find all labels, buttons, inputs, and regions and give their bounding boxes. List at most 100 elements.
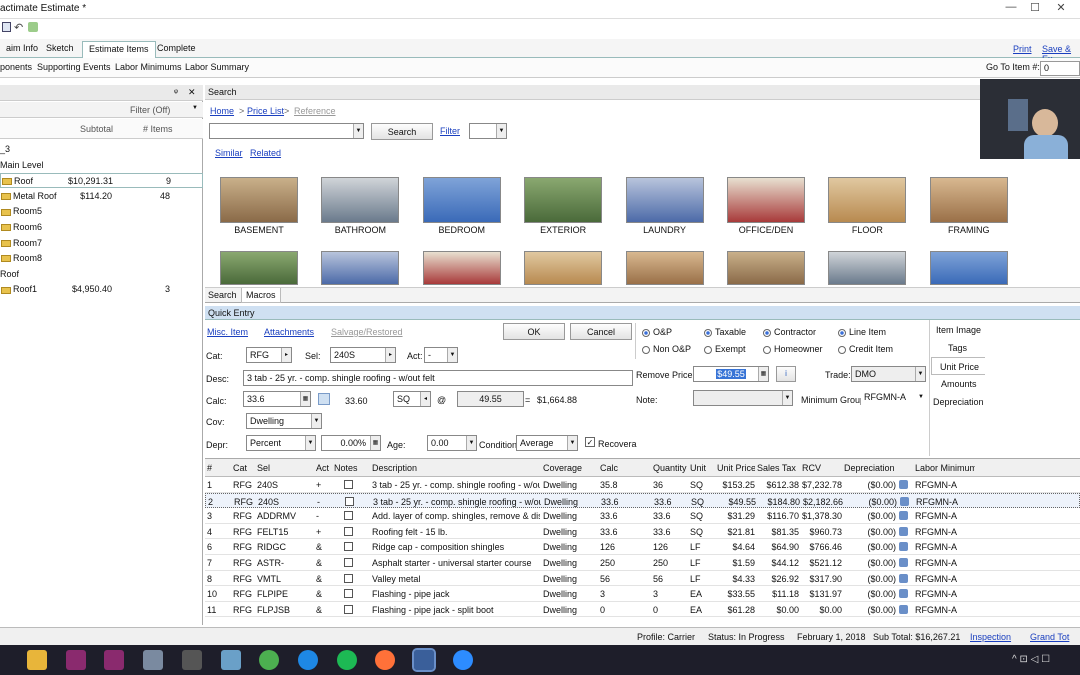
notes-icon[interactable] — [344, 511, 353, 521]
labor-icon[interactable] — [899, 526, 908, 536]
chevron-icon[interactable]: ◂ — [420, 392, 430, 406]
contractor-radio[interactable]: Contractor — [763, 327, 816, 337]
column-header[interactable]: Quantity — [653, 463, 688, 473]
cat-field[interactable]: RFG ▸ — [246, 347, 292, 363]
search-input[interactable]: ▼ — [209, 123, 364, 139]
tab-unit-price[interactable]: Unit Price — [931, 357, 985, 375]
chevron-down-icon[interactable]: ▼ — [567, 436, 577, 450]
chevron-down-icon[interactable]: ▼ — [192, 105, 198, 111]
trade-select[interactable]: DMO ▼ — [851, 366, 926, 382]
chevron-down-icon[interactable]: ▼ — [447, 348, 457, 362]
op-radio[interactable]: O&P — [642, 327, 672, 337]
labor-icon[interactable] — [900, 496, 909, 506]
tab-tags[interactable]: Tags — [948, 343, 967, 353]
column-header[interactable]: # — [207, 463, 229, 473]
category-thumbnail[interactable] — [321, 177, 400, 223]
tree-filter[interactable]: Filter (Off) ▼ — [0, 102, 203, 118]
firefox-icon[interactable] — [375, 650, 396, 670]
remove-price-field[interactable]: $49.55 ▦ — [693, 366, 769, 382]
tree-item[interactable]: _3 — [0, 142, 203, 157]
chevron-icon[interactable]: ▸ — [281, 348, 291, 362]
chevron-down-icon[interactable]: ▼ — [496, 124, 506, 138]
tree-item[interactable]: Room6 — [0, 220, 203, 235]
table-row[interactable]: 4 RFG FELT15 + Roofing felt - 15 lb. Dwelling… — [205, 524, 1080, 540]
paint-icon[interactable] — [143, 650, 164, 670]
ok-button[interactable]: OK — [503, 323, 565, 340]
related-link[interactable]: Related — [250, 148, 281, 158]
act-select[interactable]: - ▼ — [424, 347, 458, 363]
print-link[interactable]: Print — [1013, 44, 1032, 54]
grand-total-link[interactable]: Grand Tot — [1030, 632, 1069, 642]
app-icon[interactable] — [104, 650, 125, 670]
table-row[interactable]: 6 RFG RIDGC & Ridge cap - composition shingl… — [205, 539, 1080, 555]
edge-icon[interactable] — [297, 650, 318, 670]
labor-icon[interactable] — [899, 589, 908, 599]
note-select[interactable]: ▼ — [693, 390, 793, 406]
tree-item[interactable]: Room8 — [0, 251, 203, 266]
credit-item-radio[interactable]: Credit Item — [838, 344, 893, 354]
category-thumbnail[interactable] — [220, 177, 298, 223]
labor-icon[interactable] — [899, 542, 908, 552]
coverage-select[interactable]: Dwelling ▼ — [246, 413, 322, 429]
column-header[interactable]: Unit — [690, 463, 715, 473]
chevron-down-icon[interactable]: ▼ — [311, 414, 321, 428]
column-header[interactable]: Sel — [257, 463, 315, 473]
category-label[interactable]: FLOOR — [817, 225, 917, 235]
subtab-labor-minimums[interactable]: Labor Minimums — [115, 62, 182, 72]
unit-select[interactable]: SQ ◂ — [393, 391, 431, 407]
tab-sketch[interactable]: Sketch — [40, 41, 80, 58]
labor-icon[interactable] — [899, 511, 908, 521]
column-header[interactable]: Notes — [334, 463, 370, 473]
tab-macros[interactable]: Macros — [241, 288, 281, 303]
similar-link[interactable]: Similar — [215, 148, 243, 158]
tab-complete[interactable]: Complete — [151, 41, 202, 58]
notes-icon[interactable] — [344, 589, 353, 599]
calculator-icon[interactable] — [181, 650, 202, 670]
table-row[interactable]: 11 RFG FLPJSB & Flashing - pipe jack - split… — [205, 602, 1080, 618]
notes-icon[interactable] — [344, 573, 353, 583]
minimize-button[interactable]: — — [1000, 1, 1022, 17]
notes-icon[interactable] — [344, 558, 353, 567]
subtab-supporting-events[interactable]: Supporting Events — [37, 62, 111, 72]
goto-item-input[interactable]: 0 — [1040, 61, 1080, 76]
chevron-down-icon[interactable]: ▼ — [466, 436, 476, 450]
category-label[interactable]: EXTERIOR — [513, 225, 613, 235]
chevron-down-icon[interactable]: ▼ — [305, 436, 315, 450]
age-field[interactable]: 0.00 ▼ — [427, 435, 477, 451]
inspection-link[interactable]: Inspection — [970, 632, 1011, 642]
spotify-icon[interactable] — [336, 650, 357, 670]
crumb-price-list[interactable]: Price List — [247, 106, 284, 116]
category-label[interactable]: BASEMENT — [209, 225, 309, 235]
chevron-icon[interactable]: ▸ — [385, 348, 395, 362]
category-thumbnail[interactable] — [929, 177, 1008, 223]
column-header[interactable]: Sales Tax — [757, 463, 799, 473]
zoom-icon[interactable] — [452, 650, 473, 670]
filter-select[interactable]: ▼ — [469, 123, 507, 139]
tab-estimate-items[interactable]: Estimate Items — [82, 41, 156, 58]
category-thumbnail[interactable] — [929, 251, 1008, 285]
salvage-link[interactable]: Salvage/Restored — [331, 327, 403, 337]
depr-type-select[interactable]: Percent ▼ — [246, 435, 316, 451]
misc-item-link[interactable]: Misc. Item — [207, 327, 248, 337]
chevron-down-icon[interactable]: ▼ — [915, 367, 925, 381]
tool-icon[interactable] — [28, 22, 38, 32]
calc-helper-icon[interactable] — [318, 393, 330, 405]
filter-link[interactable]: Filter — [440, 126, 460, 136]
unit-price-field[interactable]: 49.55 — [457, 391, 524, 407]
table-row[interactable]: 2 RFG 240S - 3 tab - 25 yr. - comp. shingle … — [205, 492, 1080, 509]
tree-item[interactable]: Roof — [0, 267, 203, 282]
nonop-radio[interactable]: Non O&P — [642, 344, 691, 354]
labor-icon[interactable] — [899, 604, 908, 614]
app-icon[interactable] — [65, 650, 86, 670]
column-header[interactable]: RCV — [802, 463, 842, 473]
column-header[interactable]: Labor Minimum — [915, 463, 975, 473]
attachments-link[interactable]: Attachments — [264, 327, 314, 337]
category-label[interactable]: BATHROOM — [310, 225, 410, 235]
category-thumbnail[interactable] — [321, 251, 400, 285]
labor-icon[interactable] — [899, 558, 908, 567]
system-tray[interactable]: ^ ⊡ ◁ ☐ — [1012, 654, 1050, 665]
labor-icon[interactable] — [899, 480, 908, 489]
min-group-select[interactable]: RFGMN-A ▼ — [861, 390, 926, 406]
category-thumbnail[interactable] — [828, 251, 907, 285]
notes-icon[interactable] — [345, 496, 354, 506]
